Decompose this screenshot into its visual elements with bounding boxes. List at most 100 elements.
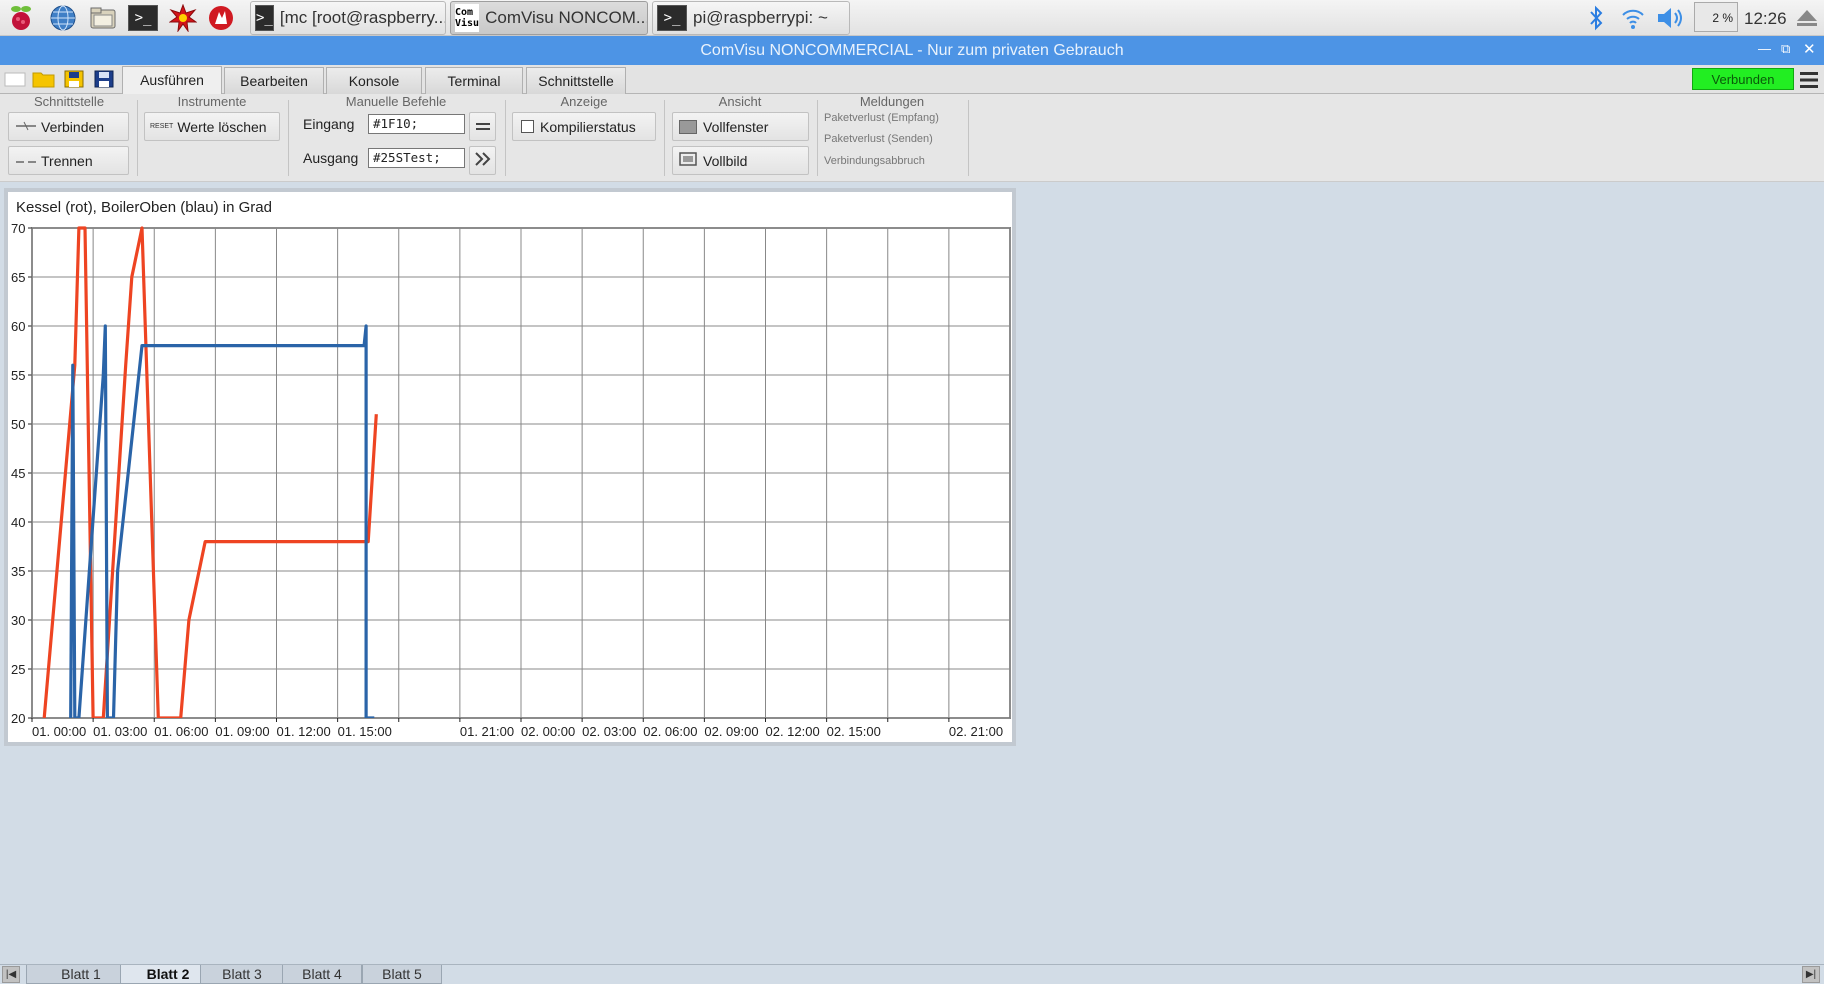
group-title-instrumente: Instrumente bbox=[177, 94, 247, 109]
connect-label: Verbinden bbox=[41, 118, 105, 135]
comvisu-icon-line2: Visu bbox=[455, 18, 480, 29]
tab-terminal[interactable]: Terminal bbox=[425, 67, 523, 94]
new-file-icon[interactable] bbox=[4, 70, 26, 88]
chart-panel: Kessel (rot), BoilerOben (blau) in Grad 2… bbox=[4, 188, 1016, 746]
clear-values-button[interactable]: RESET Werte löschen bbox=[144, 112, 280, 141]
group-divider bbox=[505, 100, 506, 176]
task-mc-terminal[interactable]: >_ [mc [root@raspberry... bbox=[250, 1, 446, 35]
disconnect-button[interactable]: Trennen bbox=[8, 146, 129, 175]
task-comvisu[interactable]: Com Visu ComVisu NONCOM... bbox=[450, 1, 648, 35]
tab-bearbeiten[interactable]: Bearbeiten bbox=[224, 67, 324, 94]
window-title: ComVisu NONCOMMERCIAL - Nur zum privaten… bbox=[700, 42, 1124, 59]
restore-icon[interactable]: ⧉ bbox=[1781, 41, 1790, 57]
sheet-tab-4[interactable]: Blatt 4 bbox=[282, 965, 362, 984]
open-folder-icon[interactable] bbox=[32, 70, 55, 88]
terminal-icon: >_ bbox=[657, 5, 687, 31]
fullscreen-label: Vollbild bbox=[703, 152, 748, 169]
x-tick-label: 02. 06:00 bbox=[643, 724, 697, 739]
output-command-field[interactable]: #25STest; bbox=[368, 148, 465, 168]
sheet-tab-3[interactable]: Blatt 3 bbox=[200, 965, 284, 984]
x-tick-label: 02. 12:00 bbox=[766, 724, 820, 739]
group-divider bbox=[968, 100, 969, 176]
minimize-icon[interactable]: — bbox=[1758, 41, 1771, 56]
tab-schnittstelle[interactable]: Schnittstelle bbox=[526, 67, 626, 94]
disconnect-label: Trennen bbox=[41, 152, 93, 169]
double-chevron-right-icon bbox=[474, 152, 492, 169]
y-tick-label: 55 bbox=[11, 368, 25, 383]
y-tick-label: 60 bbox=[11, 319, 25, 334]
wolfram-icon[interactable] bbox=[206, 3, 236, 33]
volume-icon[interactable] bbox=[1656, 6, 1686, 34]
raspberry-icon[interactable] bbox=[6, 3, 36, 33]
close-icon[interactable]: ✕ bbox=[1803, 40, 1816, 58]
y-tick-label: 25 bbox=[11, 662, 25, 677]
send-input-button[interactable] bbox=[469, 112, 496, 141]
y-tick-label: 30 bbox=[11, 613, 25, 628]
x-tick-label: 01. 15:00 bbox=[338, 724, 392, 739]
ribbon-panel: Schnittstelle Verbinden Trennen Instrume… bbox=[0, 94, 1824, 182]
cpu-monitor[interactable]: 2 % bbox=[1694, 2, 1738, 32]
y-tick-label: 40 bbox=[11, 515, 25, 530]
scroll-left-icon[interactable]: |◀ bbox=[2, 966, 20, 983]
tab-ausfuehren[interactable]: Ausführen bbox=[122, 66, 222, 94]
x-tick-label: 01. 06:00 bbox=[154, 724, 208, 739]
fullwindow-button[interactable]: Vollfenster bbox=[672, 112, 809, 141]
x-tick-label: 02. 09:00 bbox=[704, 724, 758, 739]
plug-disconnect-icon bbox=[15, 153, 37, 169]
scroll-right-icon[interactable]: ▶| bbox=[1802, 966, 1820, 983]
tab-konsole[interactable]: Konsole bbox=[326, 67, 422, 94]
eject-icon[interactable] bbox=[1796, 8, 1818, 32]
group-title-schnittstelle: Schnittstelle bbox=[33, 94, 105, 109]
save-as-icon[interactable] bbox=[94, 70, 114, 88]
math-icon[interactable] bbox=[168, 3, 198, 33]
sheet-tab-bar: |◀ Blatt 1 Blatt 2 Blatt 3 Blatt 4 Blatt… bbox=[0, 964, 1824, 984]
y-tick-label: 45 bbox=[11, 466, 25, 481]
comvisu-icon: Com Visu bbox=[455, 4, 480, 32]
fullscreen-icon bbox=[679, 152, 697, 169]
connect-button[interactable]: Verbinden bbox=[8, 112, 129, 141]
group-divider bbox=[664, 100, 665, 176]
terminal-icon: >_ bbox=[255, 5, 274, 31]
fullscreen-button[interactable]: Vollbild bbox=[672, 146, 809, 175]
compile-status-toggle[interactable]: Kompilierstatus bbox=[512, 112, 656, 141]
task-label: ComVisu NONCOM... bbox=[485, 8, 648, 27]
x-tick-label: 01. 00:00 bbox=[32, 724, 86, 739]
msg-connection-loss: Verbindungsabbruch bbox=[824, 155, 925, 167]
y-tick-label: 65 bbox=[11, 270, 25, 285]
compile-status-label: Kompilierstatus bbox=[540, 118, 636, 135]
sheet-tab-5[interactable]: Blatt 5 bbox=[362, 965, 442, 984]
connection-status-badge: Verbunden bbox=[1692, 68, 1794, 90]
hamburger-menu-icon[interactable] bbox=[1798, 69, 1820, 91]
input-label: Eingang bbox=[303, 116, 355, 132]
window-titlebar[interactable]: ComVisu NONCOMMERCIAL - Nur zum privaten… bbox=[0, 36, 1824, 65]
reset-icon: RESET bbox=[150, 123, 174, 130]
line-chart: Kessel (rot), BoilerOben (blau) in Grad 2… bbox=[11, 199, 1011, 739]
wifi-icon[interactable] bbox=[1620, 5, 1646, 35]
group-divider bbox=[817, 100, 818, 176]
group-divider bbox=[288, 100, 289, 176]
web-browser-icon[interactable] bbox=[48, 3, 78, 33]
chart-title: Kessel (rot), BoilerOben (blau) in Grad bbox=[16, 199, 272, 216]
group-title-anzeige: Anzeige bbox=[560, 94, 608, 109]
terminal-icon[interactable]: >_ bbox=[128, 3, 158, 33]
taskbar: >_ >_ [mc [root@raspberry... Com Visu Co… bbox=[0, 0, 1824, 36]
input-command-field[interactable]: #1F10; bbox=[368, 114, 465, 134]
send-output-button[interactable] bbox=[469, 146, 496, 175]
equals-icon bbox=[475, 119, 490, 135]
task-pi-terminal[interactable]: >_ pi@raspberrypi: ~ bbox=[652, 1, 850, 35]
x-tick-label: 01. 09:00 bbox=[215, 724, 269, 739]
compile-status-checkbox[interactable] bbox=[521, 120, 534, 133]
plug-connect-icon bbox=[15, 119, 37, 135]
group-divider bbox=[137, 100, 138, 176]
bluetooth-icon[interactable] bbox=[1588, 5, 1604, 35]
fullwindow-label: Vollfenster bbox=[703, 118, 769, 135]
y-tick-label: 70 bbox=[11, 221, 25, 236]
save-icon[interactable] bbox=[64, 70, 84, 88]
x-tick-label: 02. 03:00 bbox=[582, 724, 636, 739]
x-tick-label: 01. 21:00 bbox=[460, 724, 514, 739]
file-manager-icon[interactable] bbox=[88, 3, 118, 33]
clock[interactable]: 12:26 bbox=[1744, 9, 1787, 29]
x-tick-label: 02. 15:00 bbox=[827, 724, 881, 739]
task-label: [mc [root@raspberry... bbox=[279, 8, 446, 27]
msg-packet-loss-receive: Paketverlust (Empfang) bbox=[824, 112, 939, 124]
